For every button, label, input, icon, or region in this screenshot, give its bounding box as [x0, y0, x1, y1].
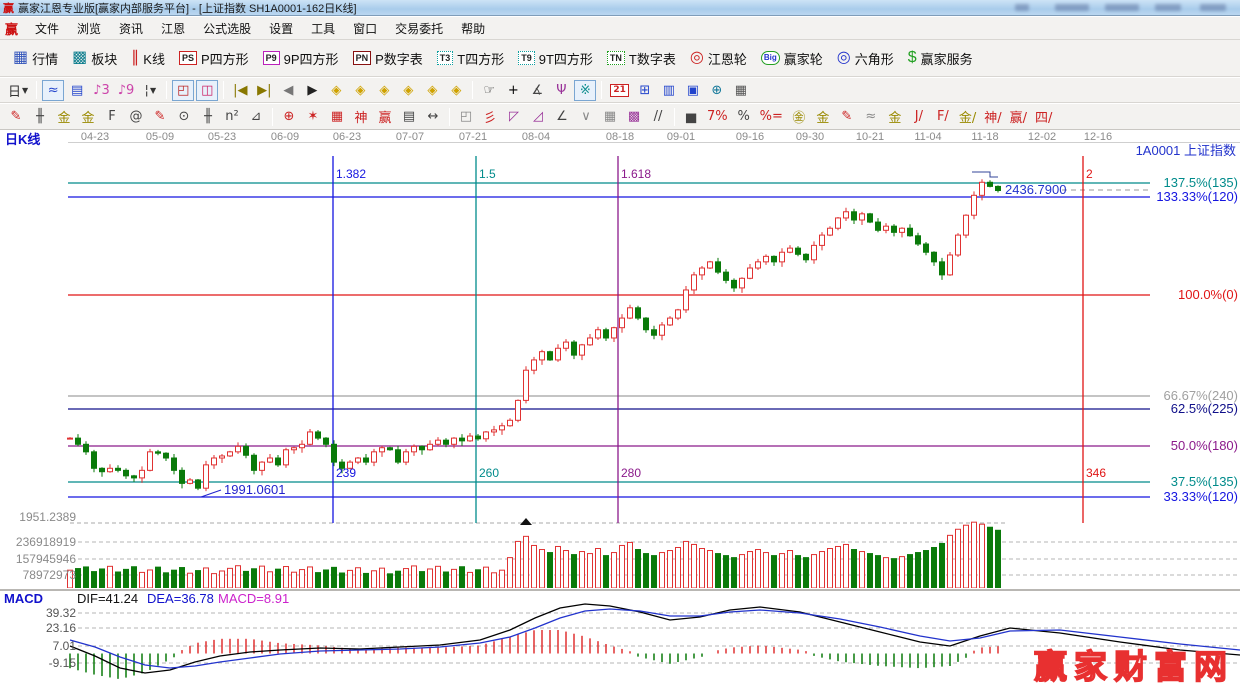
low-annotation-leader — [200, 489, 222, 498]
gann-level-label: 133.33%(120) — [1156, 189, 1238, 204]
date-label: 09-16 — [735, 131, 765, 143]
macd-axis-label: 39.32 — [45, 606, 76, 620]
chart-graphics — [67, 156, 1240, 679]
macd-axis-label: -9.15 — [48, 656, 76, 670]
date-label: 09-01 — [666, 131, 696, 143]
date-label: 06-23 — [332, 131, 362, 143]
date-label: 04-23 — [80, 131, 110, 143]
date-label: 10-21 — [855, 131, 885, 143]
gann-vline-count-label: 260 — [479, 466, 500, 480]
gann-vline-top-label: 1.618 — [621, 167, 652, 181]
candlestick-series — [67, 179, 1001, 492]
gann-vline-top-label: 2 — [1086, 167, 1093, 181]
volume-axis-label: 157945946 — [15, 552, 76, 566]
period-label: 日K线 — [5, 132, 41, 147]
date-label: 12-02 — [1027, 131, 1057, 143]
gann-level-label: 33.33%(120) — [1163, 489, 1238, 504]
date-label: 07-21 — [458, 131, 488, 143]
gann-level-label: 62.5%(225) — [1170, 401, 1238, 416]
peak-marker — [972, 171, 998, 178]
volume-axis-label: 78972973 — [22, 568, 76, 582]
gann-level-label: 37.5%(135) — [1170, 474, 1238, 489]
macd-dea-value: DEA=36.78 — [147, 591, 214, 606]
macd-indicator-label[interactable]: MACD — [4, 592, 43, 605]
gann-level-label: 50.0%(180) — [1170, 438, 1238, 453]
date-label: 07-07 — [395, 131, 425, 143]
volume-axis-label: 236918919 — [15, 535, 76, 549]
macd-axis-label: 7.01 — [52, 639, 76, 653]
macd-histogram — [69, 630, 999, 679]
gann-level-label: 100.0%(0) — [1178, 287, 1238, 302]
low-annotation-label: 1991.0601 — [224, 482, 286, 497]
gann-vline-top-label: 1.5 — [479, 167, 496, 181]
macd-hist-value: MACD=8.91 — [218, 591, 290, 606]
macd-axis-label: 23.16 — [45, 621, 76, 635]
date-label: 08-18 — [605, 131, 635, 143]
gann-level-label: 137.5%(135) — [1163, 175, 1238, 190]
date-label: 05-09 — [145, 131, 175, 143]
date-label: 12-16 — [1083, 131, 1113, 143]
volume-series — [67, 521, 1001, 589]
last-price-label: 2436.7900 — [1005, 182, 1067, 197]
chart-marker-triangle — [520, 518, 532, 525]
site-watermark: 赢家财富网 — [1033, 646, 1234, 687]
gann-vline-count-label: 239 — [336, 466, 357, 480]
date-label: 08-04 — [521, 131, 551, 143]
macd-dif-value: DIF=41.24 — [77, 591, 139, 606]
symbol-label: 1A0001 上证指数 — [1135, 143, 1236, 158]
gann-vline-count-label: 280 — [621, 466, 642, 480]
min-price-label: 1951.2389 — [19, 510, 76, 524]
date-label: 05-23 — [207, 131, 237, 143]
date-label: 09-30 — [795, 131, 825, 143]
app-window: { "window": { "title": "赢家江恩专业版[赢家内部服务平台… — [0, 0, 1240, 687]
date-label: 11-18 — [971, 131, 999, 143]
date-label: 06-09 — [270, 131, 300, 143]
date-label: 11-04 — [914, 131, 942, 143]
gann-vline-count-label: 346 — [1086, 466, 1107, 480]
gann-vline-top-label: 1.382 — [336, 167, 367, 181]
